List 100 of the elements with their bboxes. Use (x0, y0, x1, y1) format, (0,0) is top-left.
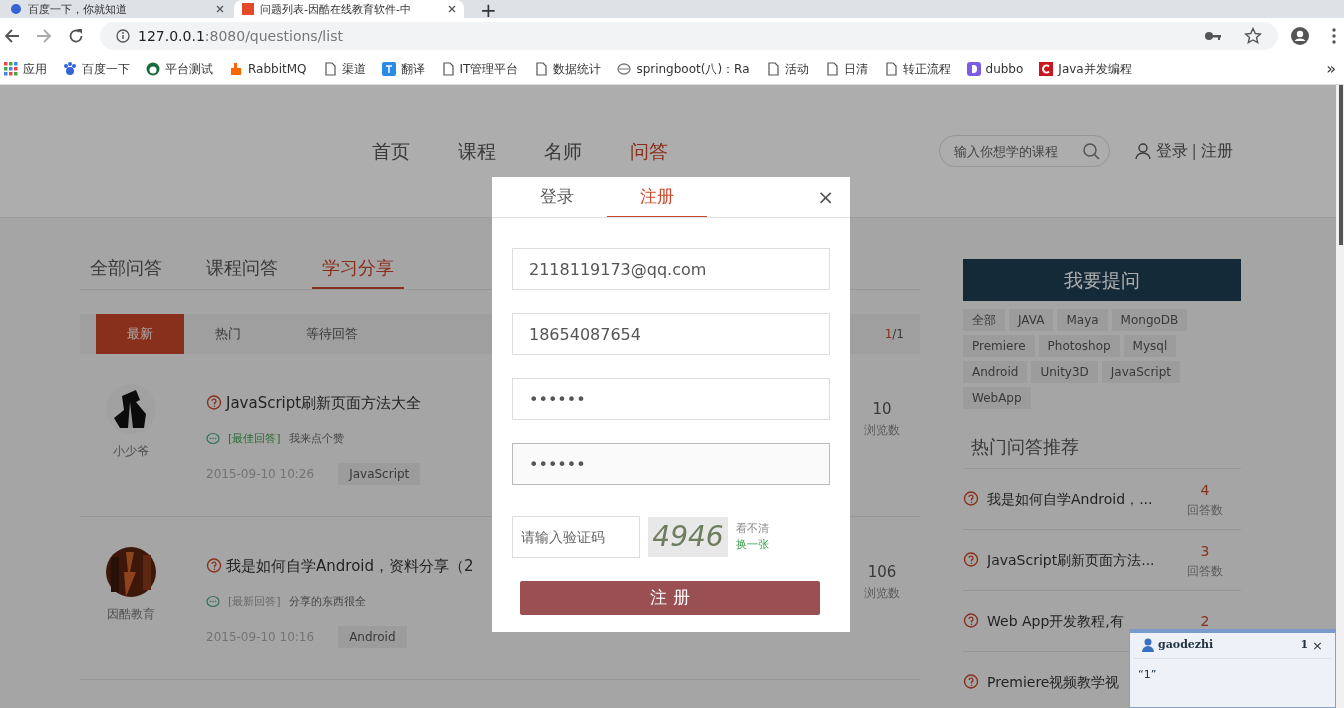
question-title[interactable]: JavaScript刷新页面方法... (987, 549, 1185, 571)
page-icon (883, 62, 898, 76)
comment-icon (206, 431, 220, 446)
count-label: 浏览数 (864, 584, 900, 602)
answer-label: [最佳回答] (228, 430, 281, 447)
question-icon (206, 395, 222, 412)
search-field[interactable]: 输入你想学的课程 (938, 135, 1110, 167)
account-icon[interactable] (1290, 26, 1310, 46)
login-link[interactable]: 登录 (1155, 139, 1188, 163)
close-icon[interactable] (216, 5, 224, 13)
bookmark-link[interactable]: dubbo (985, 60, 1024, 78)
question-icon (206, 558, 222, 575)
rabbit-logo-icon (229, 62, 243, 76)
nav-link[interactable]: 首页 (372, 136, 410, 166)
captcha-field[interactable]: 请输入验证码 (512, 516, 640, 558)
url-field[interactable]: 127.0.0.1:8080/questions/list (138, 25, 343, 47)
round-logo-icon (146, 62, 160, 76)
tag-chip[interactable]: 全部 (963, 309, 1005, 331)
bookmark-link[interactable]: RabbitMQ (248, 60, 307, 78)
bookmark-link[interactable]: 日清 (843, 60, 868, 78)
star-icon[interactable] (1244, 27, 1262, 45)
tag-chip[interactable]: JavaScript (338, 463, 421, 485)
refresh-captcha-link[interactable]: 换一张 (736, 537, 769, 554)
sort-tab[interactable]: 等待回答 (272, 314, 392, 354)
globe-icon (617, 62, 632, 76)
input-field[interactable]: 18654087654 (512, 313, 830, 355)
question-icon (963, 552, 979, 568)
search-icon[interactable] (1081, 142, 1100, 160)
sort-tab[interactable]: 热门 (184, 314, 272, 354)
bookmark-link[interactable]: 应用 (23, 60, 47, 78)
input-field[interactable]: •••••• (512, 378, 830, 420)
tag-chip[interactable]: MongoDB (1111, 309, 1188, 331)
more-bookmarks-button[interactable]: » (1326, 57, 1336, 81)
register-link[interactable]: 注册 (1201, 139, 1233, 163)
tag-chip[interactable]: Android (338, 626, 407, 648)
tag-chip[interactable]: Maya (1057, 309, 1108, 331)
scrollbar-thumb[interactable] (1339, 85, 1343, 245)
bookmark-link[interactable]: 转正流程 (902, 60, 951, 78)
tag-chip[interactable]: Mysql (1123, 335, 1177, 357)
key-icon[interactable] (1204, 30, 1222, 42)
separator: | (1191, 140, 1197, 162)
bookmark-link[interactable]: 翻译 (400, 60, 425, 78)
question-title[interactable]: Web App开发教程,有 (987, 610, 1185, 632)
question-title[interactable]: 我是如何自学Android，资料分享（2 (226, 555, 474, 578)
bookmark-link[interactable]: 数据统计 (553, 60, 602, 78)
page-icon (534, 62, 549, 76)
answer-count: 3 (1200, 541, 1210, 561)
sort-tab[interactable]: 最新 (96, 314, 184, 354)
question-title[interactable]: 我是如何自学Android，... (987, 488, 1185, 510)
question-title[interactable]: JavaScript刷新页面方法大全 (226, 392, 422, 415)
info-icon (116, 29, 130, 43)
apps-icon (4, 62, 18, 76)
form-tab[interactable]: 登录 (507, 177, 607, 217)
back-icon[interactable] (4, 28, 20, 44)
bookmark-link[interactable]: 渠道 (341, 60, 366, 78)
nav-link[interactable]: 名师 (544, 136, 582, 166)
logo-icon (966, 62, 981, 76)
ask-question-button[interactable]: 我要提问 (963, 259, 1241, 301)
page-icon (824, 62, 839, 76)
bookmark-link[interactable]: 百度一下 (82, 60, 130, 78)
tag-chip[interactable]: Android (963, 361, 1028, 383)
page-icon (440, 62, 455, 76)
view-count: 106 (867, 562, 897, 583)
nav-link[interactable]: 课程 (458, 136, 496, 166)
message-count: 1 (1300, 637, 1309, 653)
favicon-icon (10, 3, 22, 15)
input-field[interactable]: 2118119173@qq.com (512, 248, 830, 290)
tag-chip[interactable]: Premiere (963, 335, 1035, 357)
captcha-hint: 看不清 (736, 520, 769, 537)
menu-icon[interactable] (1332, 28, 1336, 44)
browser-tab[interactable]: 问题列表-因酷在线教育软件-中 (234, 0, 464, 18)
tag-chip[interactable]: JAVA (1009, 309, 1054, 331)
tag-chip[interactable]: WebApp (963, 387, 1031, 409)
new-tab-button[interactable]: + (464, 0, 513, 18)
question-icon (963, 674, 979, 690)
section-title: 热门问答推荐 (963, 433, 1241, 469)
nav-link[interactable]: 问答 (630, 136, 668, 166)
bookmark-link[interactable]: 活动 (784, 60, 809, 78)
category-tab[interactable]: 学习分享 (312, 254, 404, 289)
paw-icon (63, 62, 77, 76)
tag-chip[interactable]: JavaScript (1101, 361, 1180, 383)
browser-tab[interactable]: 百度一下，你就知道 (2, 0, 232, 18)
input-field[interactable]: •••••• (512, 443, 830, 485)
close-icon[interactable] (448, 5, 456, 13)
category-tab[interactable]: 课程问答 (196, 254, 288, 289)
close-button[interactable]: × (1312, 638, 1323, 652)
translate-icon (381, 62, 396, 76)
bookmark-link[interactable]: Java并发编程 (1058, 60, 1132, 78)
count-label: 回答数 (1187, 501, 1223, 519)
bookmark-link[interactable]: IT管理平台 (459, 60, 519, 78)
bookmark-link[interactable]: 平台测试 (165, 60, 213, 78)
bookmark-link[interactable]: springboot(八)：Ra (636, 60, 750, 78)
tag-chip[interactable]: Unity3D (1031, 361, 1098, 383)
close-button[interactable]: × (817, 187, 834, 207)
form-tab[interactable]: 注册 (607, 177, 707, 217)
register-button[interactable]: 注 册 (520, 581, 820, 615)
reload-icon[interactable] (68, 28, 84, 44)
category-tab[interactable]: 全部问答 (80, 254, 172, 289)
user-icon (1142, 638, 1154, 653)
tag-chip[interactable]: Photoshop (1038, 335, 1120, 357)
